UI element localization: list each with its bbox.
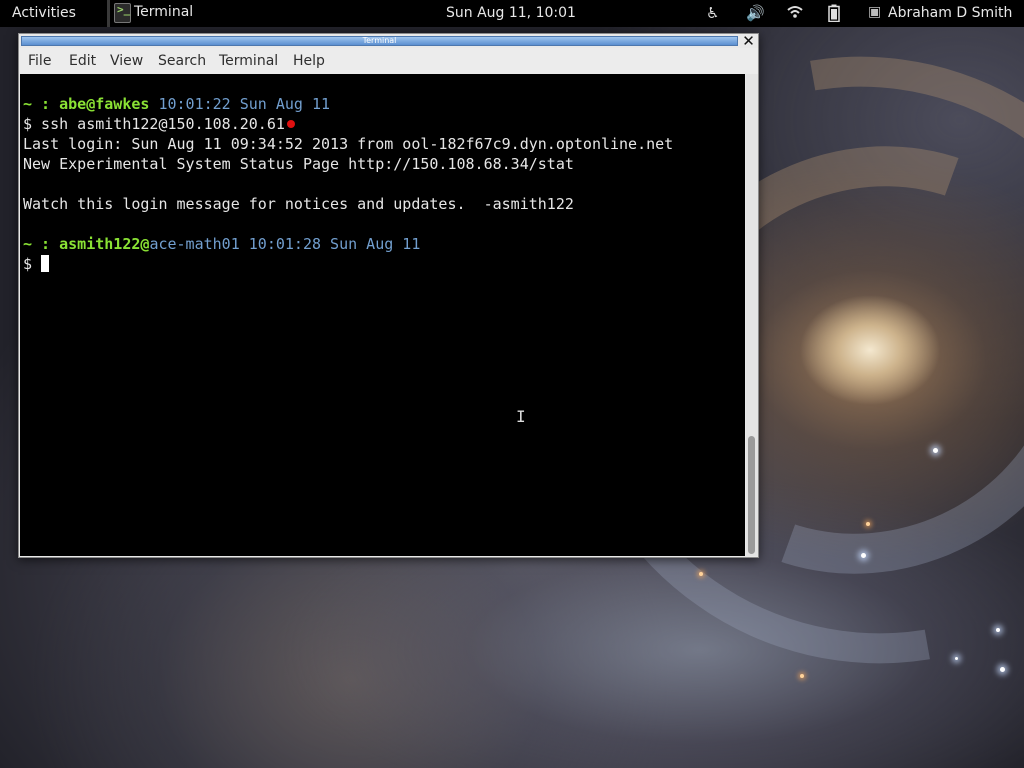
star — [933, 448, 938, 453]
prompt-time: 10:01:22 Sun Aug 11 — [149, 95, 331, 113]
output-line: Last login: Sun Aug 11 09:34:52 2013 fro… — [23, 135, 674, 153]
menu-terminal[interactable]: Terminal — [219, 53, 278, 69]
menu-help[interactable]: Help — [293, 53, 325, 69]
star — [996, 628, 1000, 632]
text-cursor — [41, 255, 50, 272]
activities-button[interactable]: Activities — [12, 5, 76, 21]
battery-icon[interactable] — [828, 4, 840, 26]
vertical-scrollbar[interactable] — [746, 74, 758, 556]
scrollbar-thumb[interactable] — [748, 436, 755, 554]
star — [800, 674, 804, 678]
clock[interactable]: Sun Aug 11, 10:01 — [446, 5, 576, 21]
output-line: Watch this login message for notices and… — [23, 195, 574, 213]
star — [955, 657, 958, 660]
menu-edit[interactable]: Edit — [69, 53, 96, 69]
top-bar: Activities >_ Terminal Sun Aug 11, 10:01… — [0, 0, 1024, 27]
prompt-line: ~ : asmith122@ace-math01 10:01:28 Sun Au… — [23, 234, 745, 254]
prompt-user-host: abe@fawkes — [59, 95, 150, 113]
accessibility-icon[interactable]: ♿ — [706, 4, 719, 22]
star — [861, 553, 866, 558]
user-status-icon: ▣ — [868, 4, 882, 20]
prompt-user: asmith122@ — [59, 235, 150, 253]
ssh-command: $ ssh asmith122@150.108.20.61 — [23, 115, 285, 133]
close-icon[interactable]: ✕ — [740, 34, 757, 49]
terminal-window: Terminal ✕ File Edit View Search Termina… — [18, 33, 759, 558]
menu-search[interactable]: Search — [158, 53, 206, 69]
prompt-tilde: ~ : — [23, 95, 60, 113]
prompt-time: 10:01:28 Sun Aug 11 — [239, 235, 421, 253]
terminal-output[interactable]: ~ : abe@fawkes 10:01:22 Sun Aug 11 $ ssh … — [20, 74, 745, 556]
menu-bar: File Edit View Search Terminal Help — [19, 48, 758, 74]
prompt-line: ~ : abe@fawkes 10:01:22 Sun Aug 11 — [23, 94, 745, 114]
prompt-tilde: ~ : — [23, 235, 60, 253]
window-titlebar[interactable]: Terminal — [21, 36, 738, 46]
wifi-icon[interactable] — [787, 4, 803, 24]
command-line: $ ssh asmith122@150.108.20.61 — [23, 114, 745, 134]
prompt-host: ace-math01 — [149, 235, 240, 253]
terminal-app-icon: >_ — [114, 3, 131, 23]
output-line: New Experimental System Status Page http… — [23, 155, 574, 173]
volume-icon[interactable]: 🔊 — [746, 4, 765, 22]
input-line[interactable]: $ — [23, 254, 745, 274]
ibeam-cursor-icon: I — [516, 407, 526, 426]
red-dot-icon — [286, 120, 295, 128]
shell-prompt: $ — [23, 255, 42, 273]
star — [866, 522, 870, 526]
star — [699, 572, 703, 576]
app-menu-label: Terminal — [134, 4, 194, 20]
menu-view[interactable]: View — [110, 53, 143, 69]
app-menu-button[interactable]: >_ Terminal — [107, 0, 201, 27]
user-menu[interactable]: Abraham D Smith — [888, 5, 1012, 21]
star — [1000, 667, 1005, 672]
menu-file[interactable]: File — [28, 53, 51, 69]
